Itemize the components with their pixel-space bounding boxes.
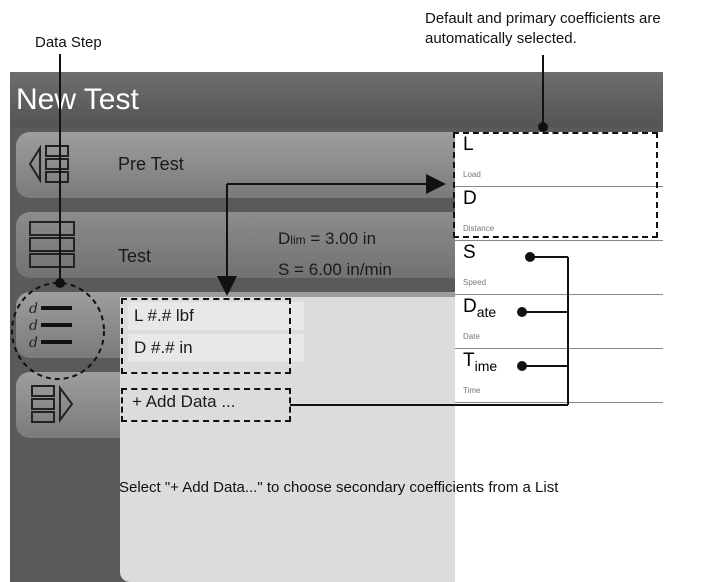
annotation-connectors bbox=[11, 54, 569, 406]
